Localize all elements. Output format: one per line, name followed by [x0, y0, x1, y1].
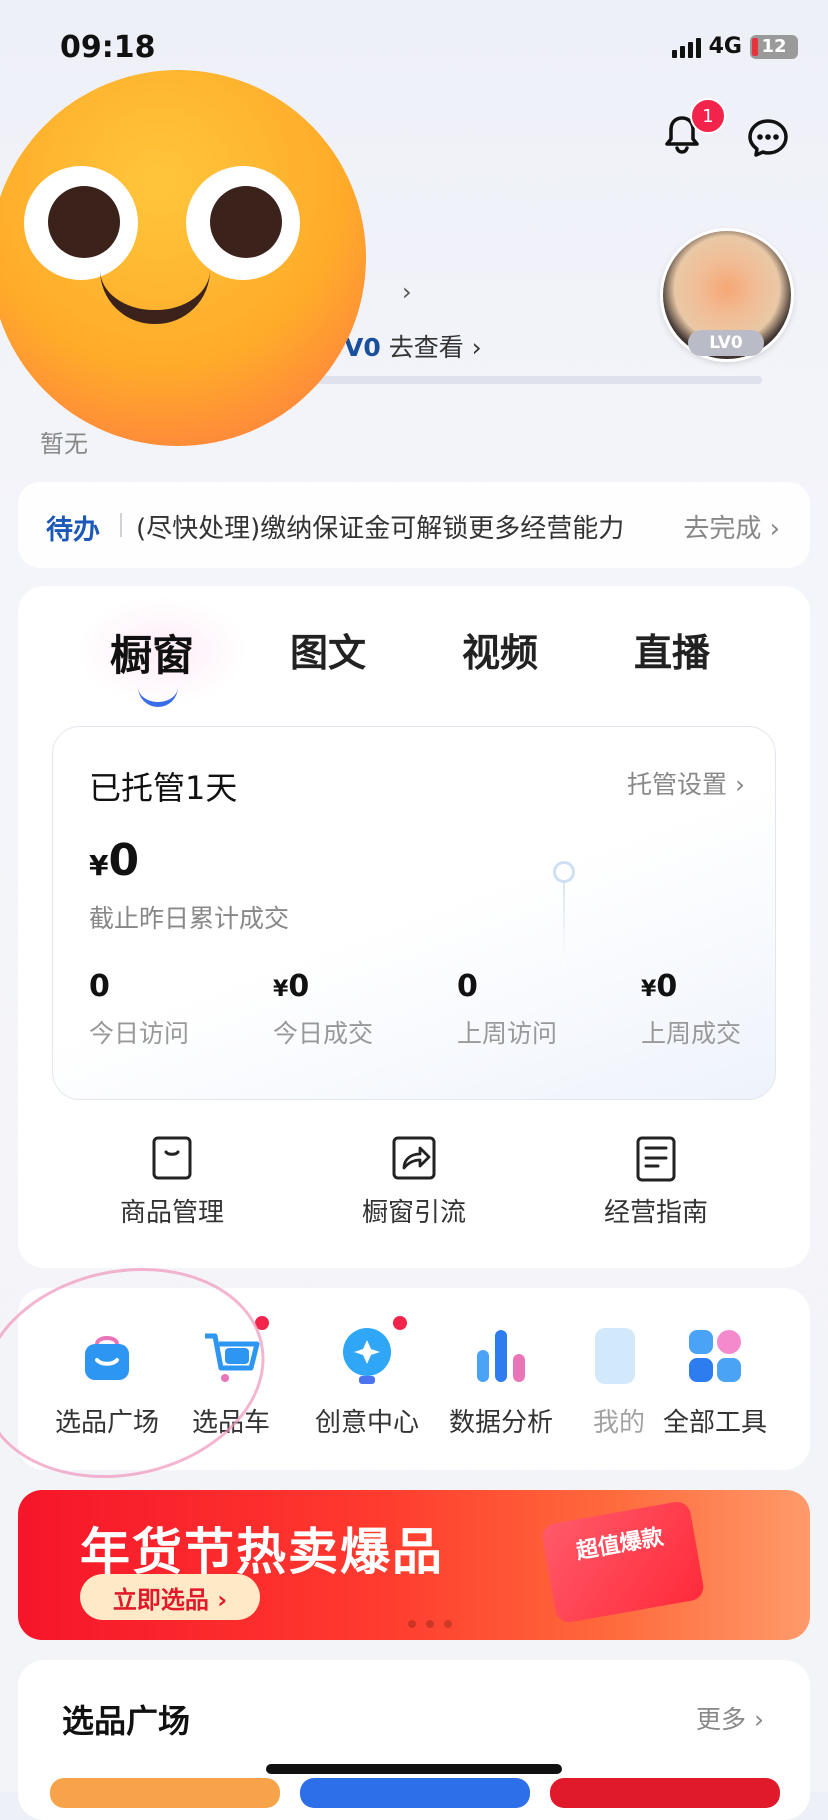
section-more-link[interactable]: 更多 › [696, 1700, 764, 1736]
message-icon[interactable] [746, 116, 790, 160]
sticker-right-eye [186, 166, 300, 280]
network-type: 4G [708, 34, 742, 59]
sticker-left-eye [24, 166, 138, 280]
battery-icon: 12 [750, 34, 798, 59]
lightbulb-icon [335, 1316, 407, 1388]
sticker-mouth [100, 270, 210, 324]
promo-banner[interactable]: 年货节热卖爆品 立即选品 › 超值爆款 [18, 1490, 810, 1640]
todo-text: (尽快处理)缴纳保证金可解锁更多经营能力 [136, 514, 625, 544]
level-link[interactable]: 去查看 › [389, 333, 482, 362]
product-card-peek[interactable] [300, 1778, 530, 1808]
tab-image-text[interactable]: 图文 [290, 622, 366, 677]
document-icon [636, 1136, 676, 1182]
profile-description: 暂无 [40, 430, 88, 458]
managed-settings-link[interactable]: 托管设置 › [627, 765, 745, 801]
chart-marker-dot [553, 861, 575, 883]
tool-all-tools[interactable]: 全部工具 [650, 1324, 780, 1439]
avatar-level-badge: LV0 [688, 330, 764, 356]
metric-week-visits[interactable]: 0 上周访问 [457, 969, 557, 1050]
tab-video[interactable]: 视频 [462, 622, 538, 677]
business-guide-button[interactable]: 经营指南 [576, 1134, 736, 1229]
bag-icon [152, 1136, 192, 1180]
tool-mine-partial[interactable]: 我的 [584, 1324, 654, 1439]
battery-level: 12 [761, 36, 787, 57]
todo-complete-link[interactable]: 去完成 › [683, 508, 780, 545]
section-title: 选品广场 [62, 1702, 191, 1740]
bar-chart-icon [469, 1324, 533, 1388]
product-management-button[interactable]: 商品管理 [92, 1134, 252, 1229]
signal-icon [671, 36, 701, 58]
level-value: V0 [344, 333, 381, 362]
status-indicators: 4G 12 [671, 34, 798, 59]
profile-chevron-icon[interactable]: › [402, 278, 412, 306]
metric-today-visits[interactable]: 0 今日访问 [89, 969, 189, 1050]
todo-tag: 待办 [46, 515, 100, 546]
tab-live[interactable]: 直播 [634, 622, 710, 677]
product-card-peek[interactable] [50, 1778, 280, 1808]
share-icon [392, 1136, 436, 1180]
managed-stats-card: 已托管1天 托管设置 › ¥0 截止昨日累计成交 0 今日访问 ¥0 今日成交 … [52, 726, 776, 1100]
metric-week-sales[interactable]: ¥0 上周成交 [641, 969, 741, 1050]
mine-icon [587, 1324, 651, 1388]
tab-showcase[interactable]: 橱窗 [110, 622, 194, 683]
currency-symbol: ¥ [89, 849, 109, 882]
total-sales-value: ¥0 [89, 835, 140, 886]
banner-deal-tag: 超值爆款 [540, 1499, 706, 1625]
todo-bar[interactable]: 待办 (尽快处理)缴纳保证金可解锁更多经营能力 去完成 › [18, 482, 810, 568]
home-indicator [266, 1764, 562, 1774]
smiley-sticker [0, 70, 366, 446]
tool-data-analysis[interactable]: 数据分析 [436, 1324, 566, 1439]
product-card-peek[interactable] [550, 1778, 780, 1808]
showcase-traffic-button[interactable]: 橱窗引流 [334, 1134, 494, 1229]
chart-marker-line [563, 877, 565, 967]
todo-divider [120, 513, 122, 537]
total-sales-label: 截止昨日累计成交 [89, 904, 290, 933]
banner-select-button[interactable]: 立即选品 › [80, 1574, 260, 1620]
grid-icon [683, 1324, 747, 1388]
level-info[interactable]: V0 去查看 › [344, 328, 482, 364]
level-progress-bar [310, 376, 762, 384]
showcase-card: 橱窗 图文 视频 直播 已托管1天 托管设置 › ¥0 截止昨日累计成交 0 今… [18, 586, 810, 1268]
status-time: 09:18 [60, 30, 156, 65]
notification-badge: 1 [690, 98, 726, 134]
metric-today-sales[interactable]: ¥0 今日成交 [273, 969, 373, 1050]
carousel-dots [408, 1620, 452, 1628]
tool-creative-center[interactable]: 创意中心 [302, 1316, 432, 1439]
managed-days: 已托管1天 [89, 769, 238, 807]
